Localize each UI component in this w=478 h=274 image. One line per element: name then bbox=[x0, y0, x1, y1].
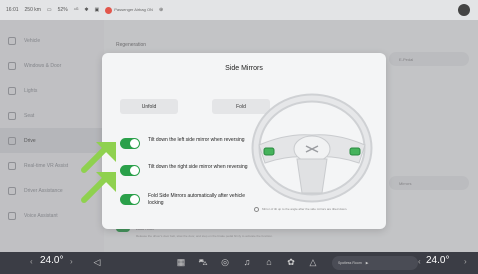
camera-360-icon[interactable]: ◎ bbox=[220, 257, 230, 267]
airbag-icon bbox=[105, 6, 113, 14]
tilt-left-mirror-label: Tilt down the left side mirror when reve… bbox=[148, 137, 245, 143]
music-icon[interactable]: ♫ bbox=[242, 257, 252, 267]
dialog-title: Side Mirrors bbox=[225, 65, 263, 72]
home-icon[interactable]: ⌂ bbox=[264, 257, 274, 267]
auto-fold-label: Fold Side Mirrors automatically after ve… bbox=[148, 193, 245, 206]
info-icon bbox=[254, 207, 259, 212]
temp-left-readout[interactable]: 24.0° bbox=[40, 255, 63, 266]
mirror-hint-text: Mirror of tilt up to the angle after the… bbox=[262, 207, 348, 211]
steering-wheel-illustration bbox=[251, 93, 373, 203]
tilt-left-mirror-toggle[interactable] bbox=[120, 138, 140, 149]
auto-fold-option: Fold Side Mirrors automatically after ve… bbox=[120, 193, 258, 207]
temp-left-increase[interactable]: › bbox=[70, 257, 73, 266]
tilt-left-mirror-option: Tilt down the left side mirror when reve… bbox=[120, 137, 258, 149]
car-icon[interactable]: ⛍ bbox=[198, 257, 208, 267]
volume-icon[interactable]: ◁ bbox=[92, 257, 102, 267]
mirror-hint: Mirror of tilt up to the angle after the… bbox=[254, 207, 374, 212]
status-bar: 16:01 250 km ▭ 52% ⁴ᴳ ✱ ▣ Passenger Airb… bbox=[0, 0, 478, 20]
airbag-text: Passenger Airbag ON bbox=[114, 7, 153, 12]
tilt-right-mirror-option: Tilt down the right side mirror when rev… bbox=[120, 164, 258, 176]
auto-fold-toggle[interactable] bbox=[120, 194, 140, 205]
settings-icon[interactable]: ⊕ bbox=[159, 7, 163, 13]
battery-percent: 52% bbox=[57, 7, 68, 13]
temp-left-decrease[interactable]: ‹ bbox=[30, 257, 33, 266]
avatar[interactable] bbox=[458, 4, 470, 16]
screen-icon: ▣ bbox=[94, 7, 100, 13]
arrow-annotation-2 bbox=[81, 172, 116, 203]
battery-icon: ▭ bbox=[46, 7, 52, 13]
unfold-button[interactable]: Unfold bbox=[120, 99, 178, 114]
temp-right-decrease[interactable]: ‹ bbox=[418, 257, 421, 266]
navigation-icon[interactable]: △ bbox=[308, 257, 318, 267]
media-title: Spotless Room bbox=[338, 261, 362, 265]
tilt-right-mirror-label: Tilt down the right side mirror when rev… bbox=[148, 164, 248, 170]
side-mirrors-dialog: Side Mirrors Unfold Fold Tilt down the l… bbox=[102, 53, 386, 229]
play-icon[interactable]: ▶ bbox=[366, 261, 369, 265]
media-widget[interactable]: Spotless Room ▶ bbox=[332, 256, 418, 270]
bottom-dock: ‹ 24.0° › ◁ ▦ ⛍ ◎ ♫ ⌂ ✿ △ Spotless Room … bbox=[0, 252, 478, 274]
temp-right-readout[interactable]: 24.0° bbox=[426, 255, 449, 266]
tilt-right-mirror-toggle[interactable] bbox=[120, 165, 140, 176]
fan-icon[interactable]: ✿ bbox=[286, 257, 296, 267]
bluetooth-icon: ✱ bbox=[84, 7, 89, 13]
signal-icon: ⁴ᴳ bbox=[73, 7, 79, 13]
range-readout: 250 km bbox=[24, 7, 41, 13]
airbag-notification: Passenger Airbag ON bbox=[105, 6, 153, 14]
grid-icon[interactable]: ▦ bbox=[176, 257, 186, 267]
clock: 16:01 bbox=[6, 7, 19, 13]
temp-right-increase[interactable]: › bbox=[464, 257, 467, 266]
